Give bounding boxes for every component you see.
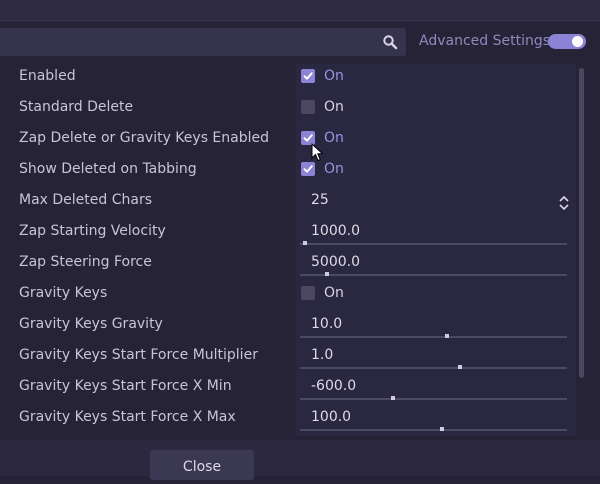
slider-value: 1000.0: [311, 223, 360, 239]
mouse-cursor-icon: [311, 142, 325, 163]
slider-value: 5000.0: [311, 254, 360, 270]
slider-value: -600.0: [311, 378, 357, 394]
advanced-settings-toggle[interactable]: [548, 34, 586, 49]
checkbox-label[interactable]: On: [324, 285, 344, 301]
checkbox-label[interactable]: On: [324, 99, 344, 115]
slider[interactable]: 100.0: [296, 405, 576, 436]
slider-grabber[interactable]: [325, 272, 329, 276]
toggle-knob: [572, 36, 583, 47]
checkbox-label[interactable]: On: [324, 161, 344, 177]
setting-row-max-deleted-chars: Max Deleted Chars 25: [0, 188, 576, 219]
slider-grabber[interactable]: [303, 241, 307, 245]
search-input[interactable]: [0, 28, 406, 56]
slider-value: 100.0: [311, 409, 352, 425]
settings-toolbar: Advanced Settings: [0, 24, 600, 60]
setting-label: Standard Delete: [19, 99, 134, 115]
setting-row-gravity-keys: Gravity Keys On: [0, 281, 576, 312]
setting-label: Zap Steering Force: [19, 254, 152, 270]
slider-grabber[interactable]: [440, 427, 444, 431]
up-down-arrows-icon[interactable]: [558, 195, 570, 211]
setting-row-gravity-keys-gravity: Gravity Keys Gravity 10.0: [0, 312, 576, 343]
slider-track[interactable]: [300, 367, 567, 369]
setting-value-cell: On: [296, 64, 576, 95]
slider-value: 1.0: [311, 347, 334, 363]
slider[interactable]: 1000.0: [296, 219, 576, 250]
slider-track[interactable]: [300, 274, 567, 276]
setting-row-start-force-x-min: Gravity Keys Start Force X Min -600.0: [0, 374, 576, 405]
setting-label: Gravity Keys: [19, 285, 108, 301]
checkbox[interactable]: [301, 69, 315, 83]
slider-value: 10.0: [311, 316, 343, 332]
setting-label: Zap Delete or Gravity Keys Enabled: [19, 130, 270, 146]
setting-row-start-force-multiplier: Gravity Keys Start Force Multiplier 1.0: [0, 343, 576, 374]
slider-grabber[interactable]: [458, 365, 462, 369]
setting-label: Gravity Keys Gravity: [19, 316, 163, 332]
vertical-scrollbar[interactable]: [579, 68, 584, 378]
settings-list: Enabled On Standard Delete On Zap Delete…: [0, 60, 590, 438]
slider-track[interactable]: [300, 336, 567, 338]
setting-row-zap-starting-velocity: Zap Starting Velocity 1000.0: [0, 219, 576, 250]
dialog-title-strip: [0, 0, 600, 21]
slider[interactable]: -600.0: [296, 374, 576, 405]
setting-row-zap-delete: Zap Delete or Gravity Keys Enabled On: [0, 126, 576, 157]
search-icon[interactable]: [382, 34, 398, 50]
setting-row-start-force-x-max: Gravity Keys Start Force X Max 100.0: [0, 405, 576, 436]
slider-grabber[interactable]: [391, 396, 395, 400]
setting-label: Show Deleted on Tabbing: [19, 161, 197, 177]
setting-row-enabled: Enabled On: [0, 64, 576, 95]
spinbox-value[interactable]: 25: [311, 192, 329, 208]
setting-value-cell: On: [296, 95, 576, 126]
slider-grabber[interactable]: [445, 334, 449, 338]
slider-track[interactable]: [300, 398, 567, 400]
slider-track[interactable]: [300, 243, 567, 245]
setting-label: Zap Starting Velocity: [19, 223, 166, 239]
setting-label: Gravity Keys Start Force X Min: [19, 378, 232, 394]
spinbox[interactable]: 25: [296, 188, 576, 219]
checkbox-label[interactable]: On: [324, 130, 344, 146]
dialog-footer: Close: [0, 440, 600, 480]
setting-row-zap-steering-force: Zap Steering Force 5000.0: [0, 250, 576, 281]
setting-value-cell: On: [296, 157, 576, 188]
slider[interactable]: 10.0: [296, 312, 576, 343]
checkbox[interactable]: [301, 100, 315, 114]
setting-value-cell: On: [296, 281, 576, 312]
setting-value-cell: On: [296, 126, 576, 157]
setting-row-standard-delete: Standard Delete On: [0, 95, 576, 126]
slider-track[interactable]: [300, 429, 567, 431]
setting-label: Gravity Keys Start Force X Max: [19, 409, 236, 425]
setting-label: Enabled: [19, 68, 76, 84]
setting-label: Max Deleted Chars: [19, 192, 153, 208]
checkbox[interactable]: [301, 286, 315, 300]
checkbox[interactable]: [301, 162, 315, 176]
slider[interactable]: 1.0: [296, 343, 576, 374]
advanced-settings-label: Advanced Settings: [419, 33, 551, 49]
checkbox-label[interactable]: On: [324, 68, 344, 84]
setting-row-show-deleted: Show Deleted on Tabbing On: [0, 157, 576, 188]
setting-label: Gravity Keys Start Force Multiplier: [19, 347, 258, 363]
slider[interactable]: 5000.0: [296, 250, 576, 281]
